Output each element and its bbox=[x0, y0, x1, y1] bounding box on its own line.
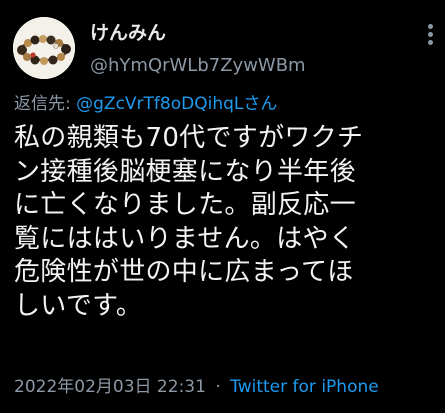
tweet-body-line: ン接種後脳梗塞になり半年後 bbox=[14, 156, 356, 187]
tweet-meta: 2022年02月03日 22:31 · Twitter for iPhone bbox=[14, 376, 379, 398]
more-options-icon[interactable] bbox=[420, 22, 442, 46]
beaded-bracelet-avatar-icon bbox=[13, 17, 75, 79]
avatar[interactable] bbox=[13, 17, 75, 79]
tweet-body-line: に亡くなりました。副反応一 bbox=[14, 190, 356, 221]
tweet-body: 私の親類も70代ですがワクチ ン接種後脳梗塞になり半年後 に亡くなりました。副反… bbox=[14, 122, 434, 324]
tweet-body-line: 覧にははいりません。はやく bbox=[14, 223, 356, 254]
client-link[interactable]: Twitter for iPhone bbox=[230, 377, 379, 397]
tweet-timestamp[interactable]: 2022年02月03日 22:31 bbox=[14, 377, 206, 397]
meta-separator: · bbox=[215, 377, 221, 397]
reply-to-suffix[interactable]: さん bbox=[243, 94, 277, 114]
tweet-card: けんみん @hYmQrWLb7ZywWBm 返信先: @gZcVrTf8oDQi… bbox=[0, 0, 445, 413]
author-handle[interactable]: @hYmQrWLb7ZywWBm bbox=[90, 55, 306, 77]
reply-to-line: 返信先: @gZcVrTf8oDQihqLさん bbox=[14, 93, 277, 115]
reply-to-mention-link[interactable]: @gZcVrTf8oDQihqL bbox=[76, 94, 243, 114]
tweet-body-line: 危険性が世の中に広まってほ bbox=[14, 257, 354, 288]
tweet-body-line: 私の親類も70代ですがワクチ bbox=[14, 123, 364, 153]
reply-to-prefix: 返信先: bbox=[14, 94, 77, 114]
author-display-name[interactable]: けんみん bbox=[90, 22, 166, 44]
tweet-body-line: しいです。 bbox=[14, 290, 143, 321]
